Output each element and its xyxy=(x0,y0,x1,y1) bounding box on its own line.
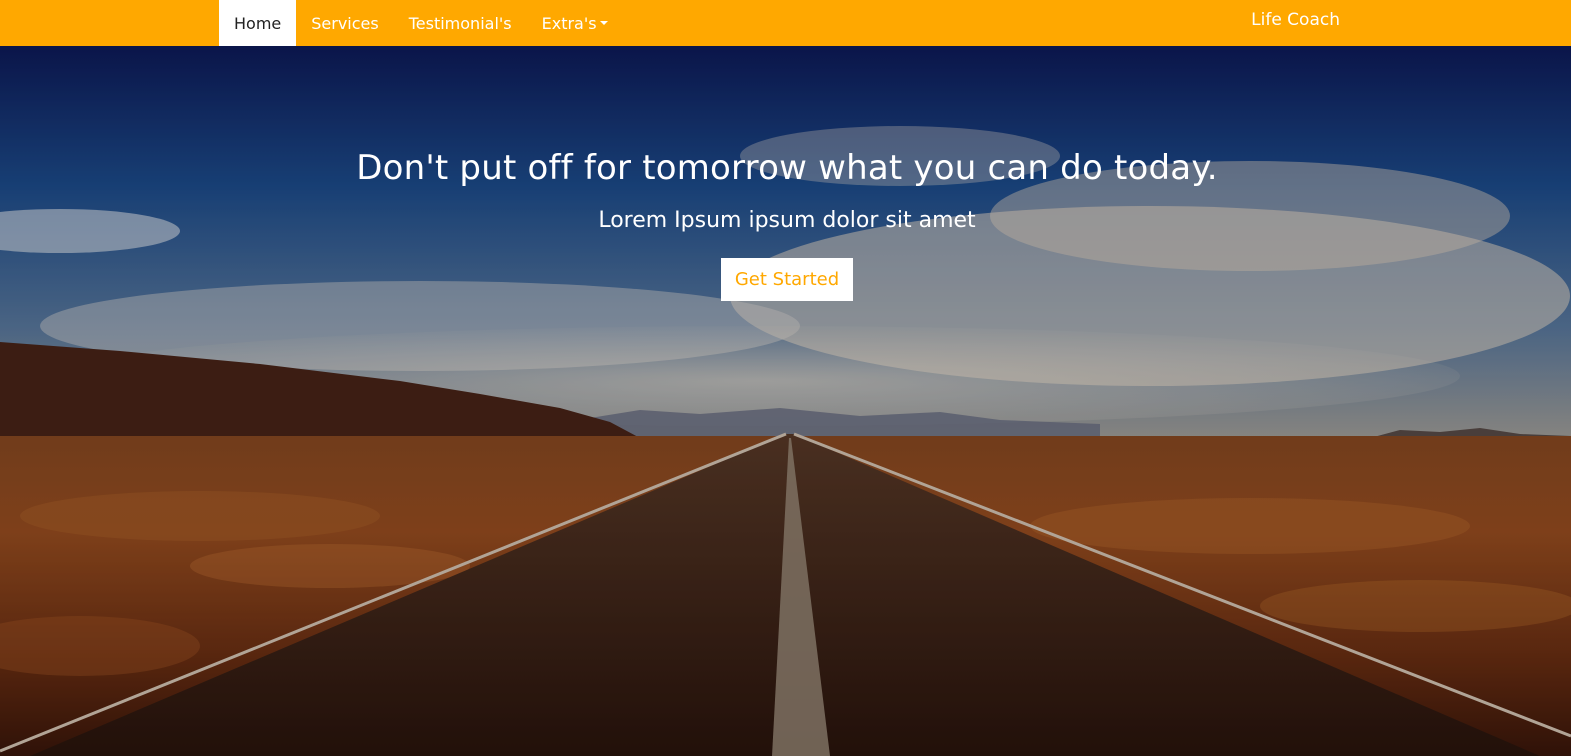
nav-item-testimonials-label: Testimonial's xyxy=(408,13,512,33)
nav-item-services-label: Services xyxy=(311,13,379,33)
hero-section: Don't put off for tomorrow what you can … xyxy=(0,46,1571,756)
brand-link[interactable]: Life Coach xyxy=(1251,0,1340,40)
top-navbar: Home Services Testimonial's Extra's Life… xyxy=(0,0,1571,46)
nav-item-home[interactable]: Home xyxy=(219,0,297,46)
hero-title: Don't put off for tomorrow what you can … xyxy=(356,148,1218,188)
nav-item-extras-dropdown[interactable]: Extra's xyxy=(527,0,623,46)
nav-menu: Home Services Testimonial's Extra's xyxy=(219,0,623,46)
landing-page: Home Services Testimonial's Extra's Life… xyxy=(0,0,1571,756)
caret-down-icon xyxy=(599,21,608,25)
nav-item-extras-label: Extra's xyxy=(541,13,597,33)
hero-subtitle: Lorem Ipsum ipsum dolor sit amet xyxy=(598,208,976,233)
nav-item-services[interactable]: Services xyxy=(296,0,393,46)
nav-item-testimonials[interactable]: Testimonial's xyxy=(394,0,527,46)
get-started-button[interactable]: Get Started xyxy=(721,258,853,301)
nav-item-home-label: Home xyxy=(234,13,282,33)
